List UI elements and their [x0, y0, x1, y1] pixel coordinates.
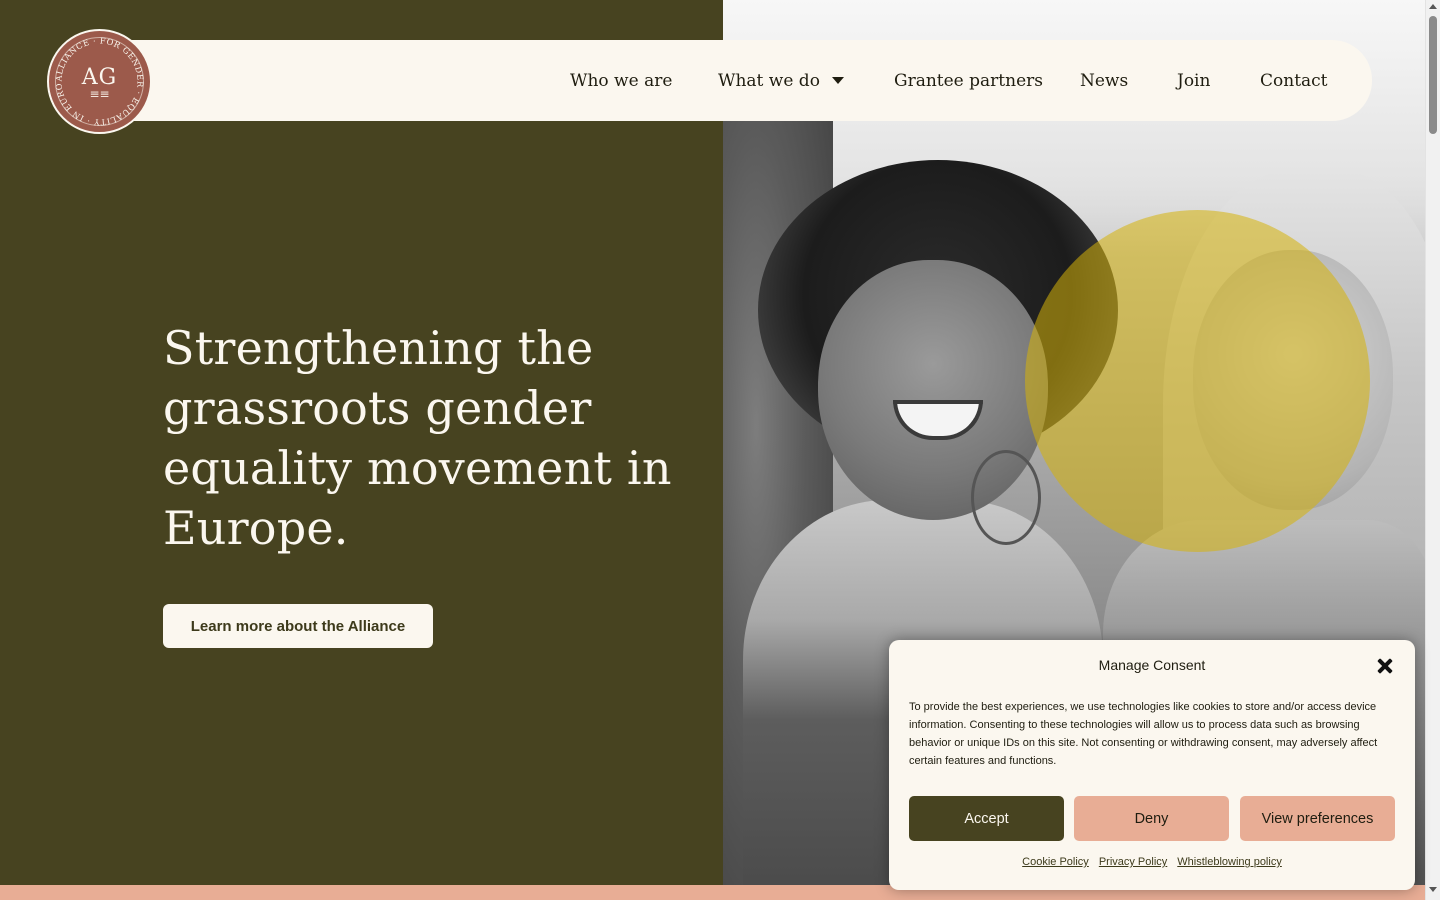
consent-body: To provide the best experiences, we use …	[909, 701, 1378, 767]
main-nav: Who we are What we do Grantee partners N…	[0, 40, 1372, 121]
scroll-down-arrow-icon[interactable]	[1429, 887, 1437, 892]
whistleblowing-policy-link[interactable]: Whistleblowing policy	[1177, 856, 1282, 868]
logo-mark: AG ≡≡	[81, 64, 118, 101]
nav-item-news[interactable]: News	[1080, 40, 1128, 121]
nav-item-join[interactable]: Join	[1177, 40, 1210, 121]
cookie-policy-link[interactable]: Cookie Policy	[1022, 856, 1089, 868]
hero-title: Strengthening the grassroots gender equa…	[163, 321, 672, 555]
scroll-up-arrow-icon[interactable]	[1429, 4, 1437, 9]
yellow-circle-graphic	[1025, 210, 1370, 552]
scrollbar-thumb[interactable]	[1429, 16, 1437, 134]
learn-more-button[interactable]: Learn more about the Alliance	[163, 604, 433, 648]
nav-item-grantee-partners[interactable]: Grantee partners	[894, 40, 1043, 121]
view-preferences-button[interactable]: View preferences	[1240, 796, 1395, 841]
nav-item-contact[interactable]: Contact	[1260, 40, 1328, 121]
nav-item-who-we-are[interactable]: Who we are	[570, 40, 672, 121]
chevron-down-icon[interactable]	[831, 77, 844, 84]
page-scrollbar[interactable]	[1425, 0, 1440, 900]
close-icon[interactable]	[1375, 656, 1395, 676]
nav-item-what-we-do[interactable]: What we do	[718, 40, 844, 121]
cookie-consent-dialog: Manage Consent To provide the best exper…	[889, 640, 1415, 890]
privacy-policy-link[interactable]: Privacy Policy	[1099, 856, 1167, 868]
deny-button[interactable]: Deny	[1074, 796, 1229, 841]
accept-button[interactable]: Accept	[909, 796, 1064, 841]
consent-title: Manage Consent	[1098, 657, 1206, 673]
consent-links: Cookie Policy Privacy Policy Whistleblow…	[889, 856, 1415, 868]
